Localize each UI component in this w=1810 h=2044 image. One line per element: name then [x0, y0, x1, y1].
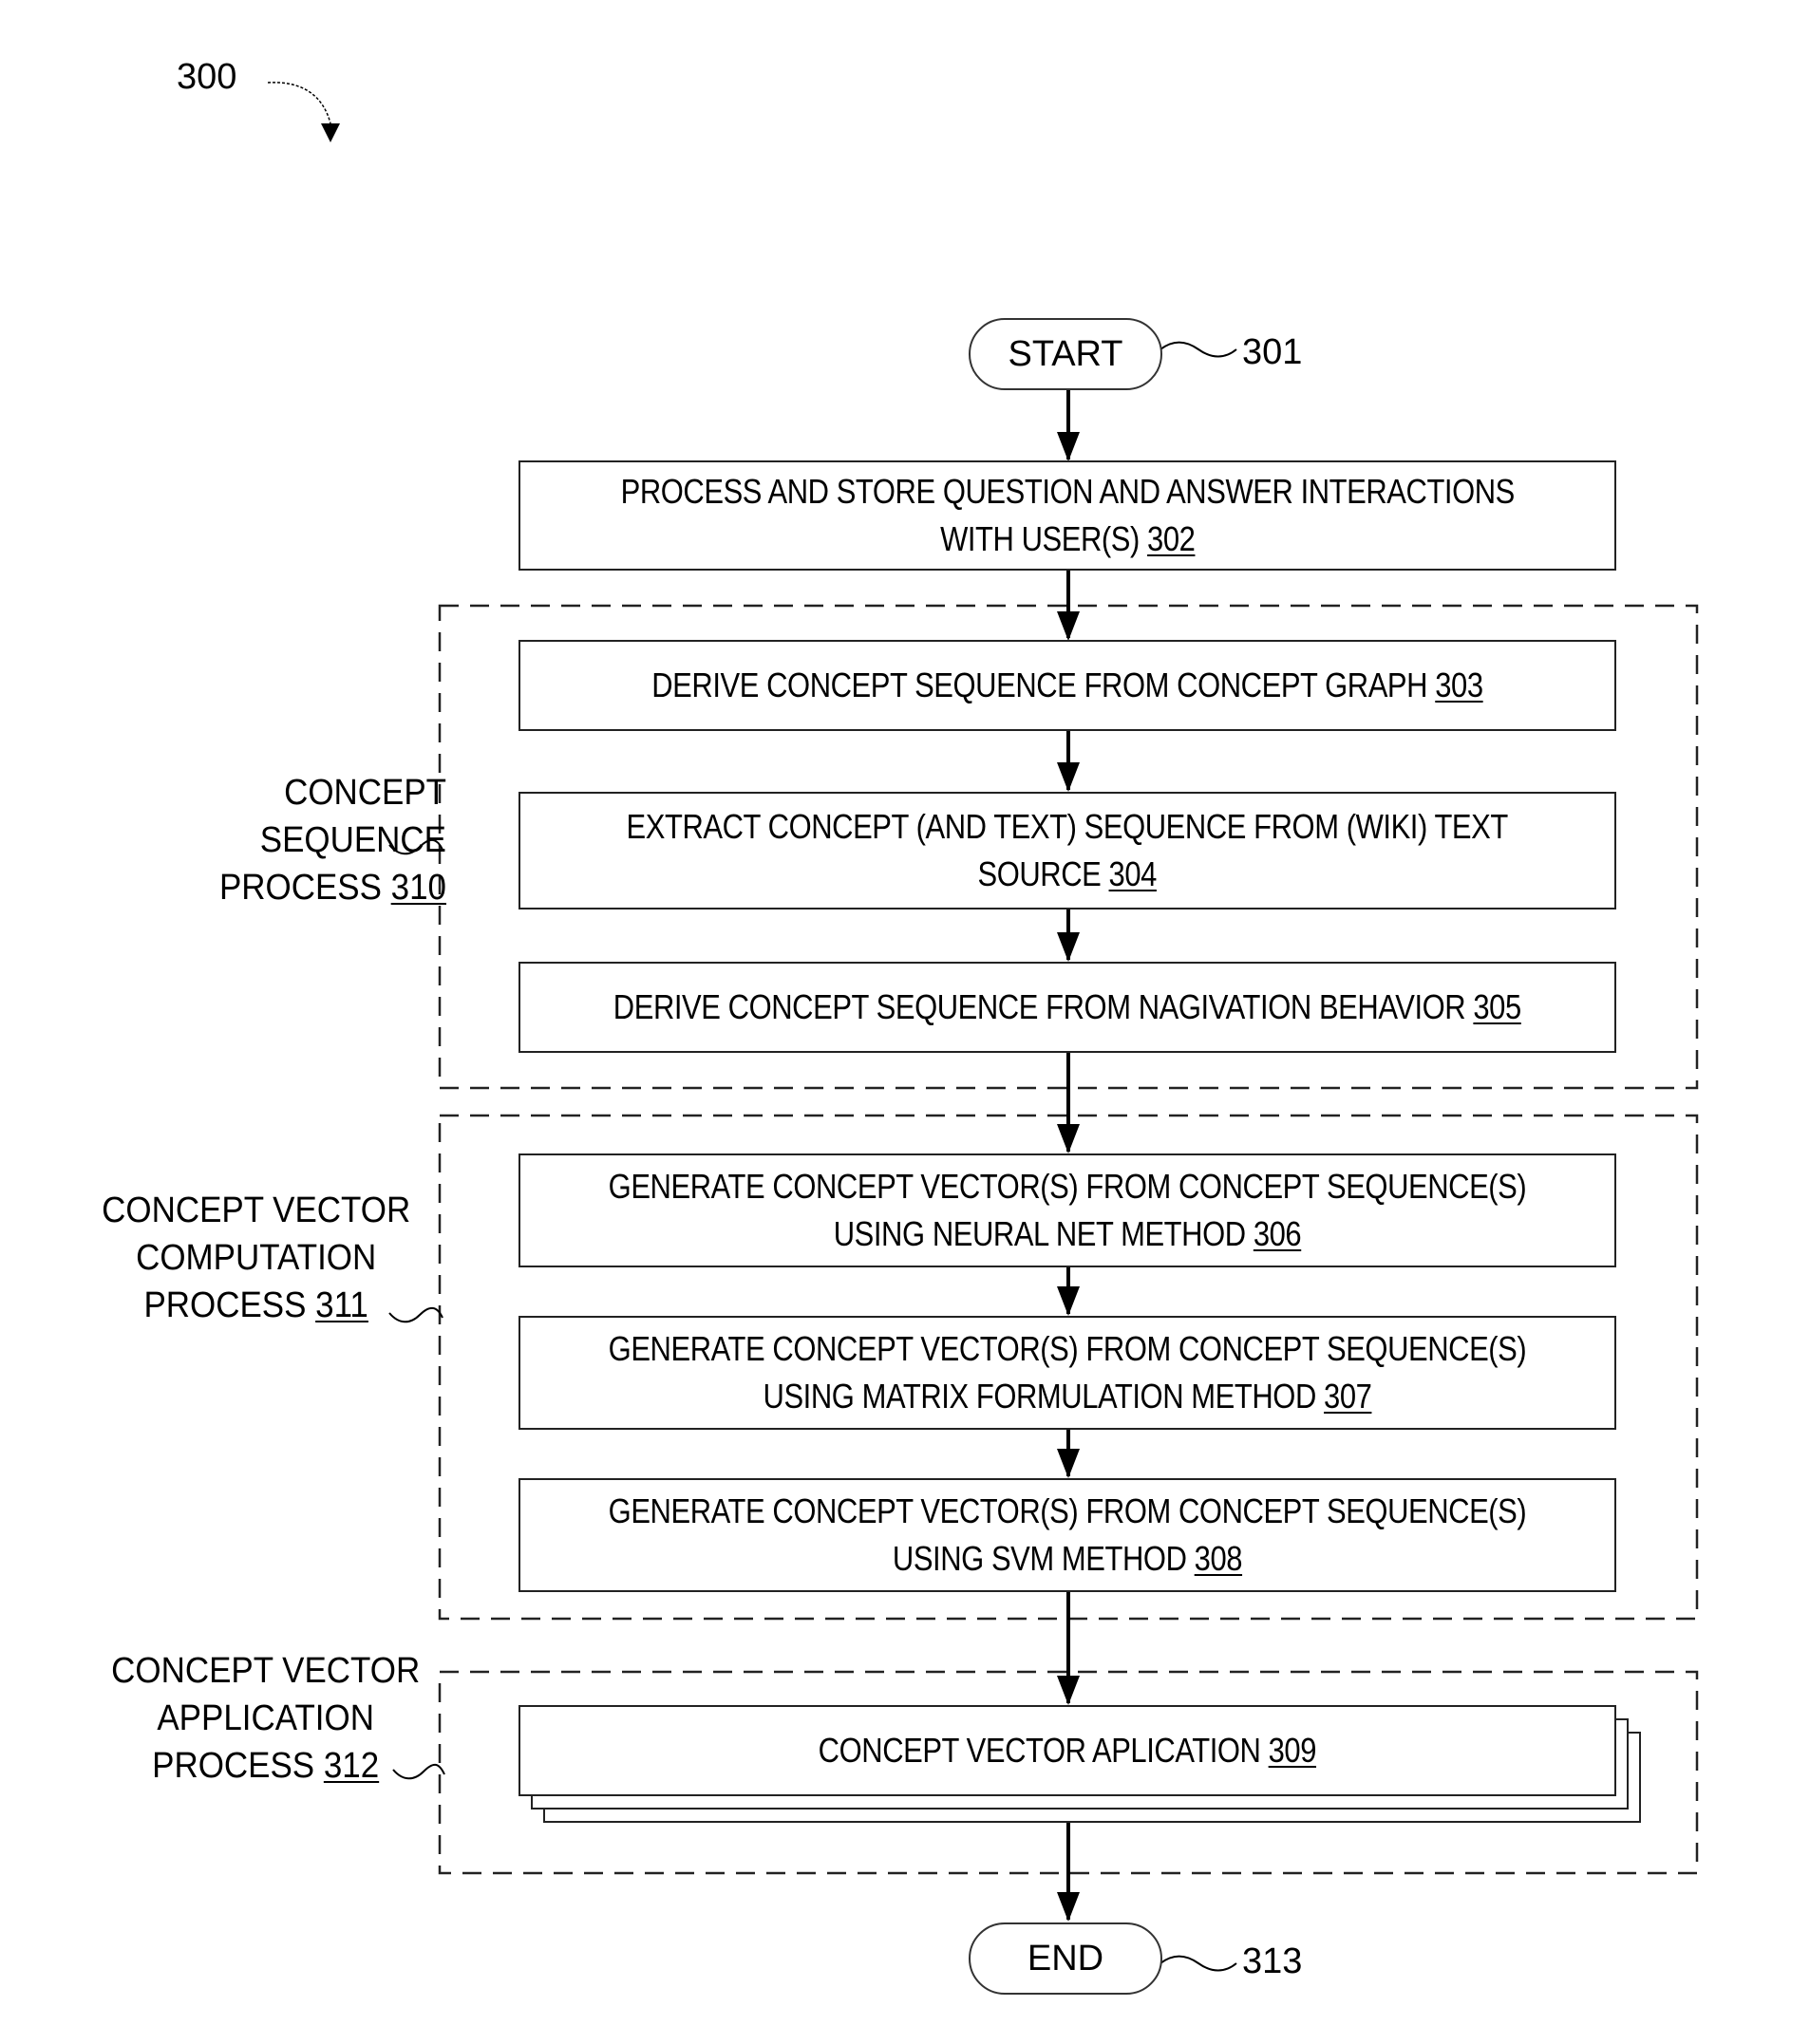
- step-306-text: GENERATE CONCEPT VECTOR(S) FROM CONCEPT …: [608, 1167, 1527, 1253]
- step-305-box[interactable]: DERIVE CONCEPT SEQUENCE FROM NAGIVATION …: [518, 962, 1616, 1053]
- step-304-box[interactable]: EXTRACT CONCEPT (AND TEXT) SEQUENCE FROM…: [518, 792, 1616, 909]
- step-307-text: GENERATE CONCEPT VECTOR(S) FROM CONCEPT …: [608, 1329, 1527, 1416]
- step-304-ref: 304: [1108, 854, 1158, 893]
- group-label-310-ref: 310: [390, 868, 446, 908]
- figure-pointer-arrowhead: [321, 123, 340, 142]
- step-308-text: GENERATE CONCEPT VECTOR(S) FROM CONCEPT …: [608, 1491, 1527, 1578]
- group-label-312-ref: 312: [324, 1746, 380, 1786]
- step-307-ref: 307: [1324, 1377, 1372, 1416]
- start-label: START: [1008, 333, 1123, 374]
- figure-number: 300: [177, 57, 237, 97]
- end-terminal[interactable]: END: [969, 1922, 1162, 1995]
- ref-squiggle-301: [1160, 341, 1237, 358]
- figure-pointer-arrow: [267, 82, 331, 124]
- step-303-text: DERIVE CONCEPT SEQUENCE FROM CONCEPT GRA…: [651, 666, 1436, 704]
- step-305-ref: 305: [1473, 987, 1522, 1026]
- group-label-vector-application: CONCEPT VECTOR APPLICATION PROCESS 312: [76, 1647, 456, 1790]
- step-302-box[interactable]: PROCESS AND STORE QUESTION AND ANSWER IN…: [518, 460, 1616, 571]
- step-306-box[interactable]: GENERATE CONCEPT VECTOR(S) FROM CONCEPT …: [518, 1153, 1616, 1267]
- step-306-ref: 306: [1253, 1214, 1302, 1253]
- step-302-ref: 302: [1146, 519, 1196, 558]
- step-303-ref: 303: [1435, 666, 1483, 704]
- group-label-concept-sequence: CONCEPT SEQUENCE PROCESS 310: [66, 769, 446, 911]
- start-ref-number: 301: [1242, 332, 1303, 372]
- step-309-text: CONCEPT VECTOR APLICATION: [818, 1731, 1269, 1770]
- group-label-vector-computation: CONCEPT VECTOR COMPUTATION PROCESS 311: [66, 1187, 446, 1329]
- group-label-311-ref: 311: [315, 1285, 369, 1325]
- end-ref-number: 313: [1242, 1941, 1303, 1981]
- step-307-box[interactable]: GENERATE CONCEPT VECTOR(S) FROM CONCEPT …: [518, 1316, 1616, 1430]
- ref-squiggle-313: [1160, 1955, 1237, 1972]
- step-308-ref: 308: [1194, 1539, 1243, 1578]
- step-308-box[interactable]: GENERATE CONCEPT VECTOR(S) FROM CONCEPT …: [518, 1478, 1616, 1592]
- start-terminal[interactable]: START: [969, 318, 1162, 390]
- step-303-box[interactable]: DERIVE CONCEPT SEQUENCE FROM CONCEPT GRA…: [518, 640, 1616, 731]
- step-309-box[interactable]: CONCEPT VECTOR APLICATION 309: [518, 1705, 1616, 1796]
- step-305-text: DERIVE CONCEPT SEQUENCE FROM NAGIVATION …: [613, 987, 1474, 1026]
- step-302-text: PROCESS AND STORE QUESTION AND ANSWER IN…: [620, 472, 1515, 558]
- step-309-ref: 309: [1268, 1731, 1317, 1770]
- end-label: END: [1027, 1938, 1104, 1978]
- step-304-text: EXTRACT CONCEPT (AND TEXT) SEQUENCE FROM…: [626, 807, 1509, 893]
